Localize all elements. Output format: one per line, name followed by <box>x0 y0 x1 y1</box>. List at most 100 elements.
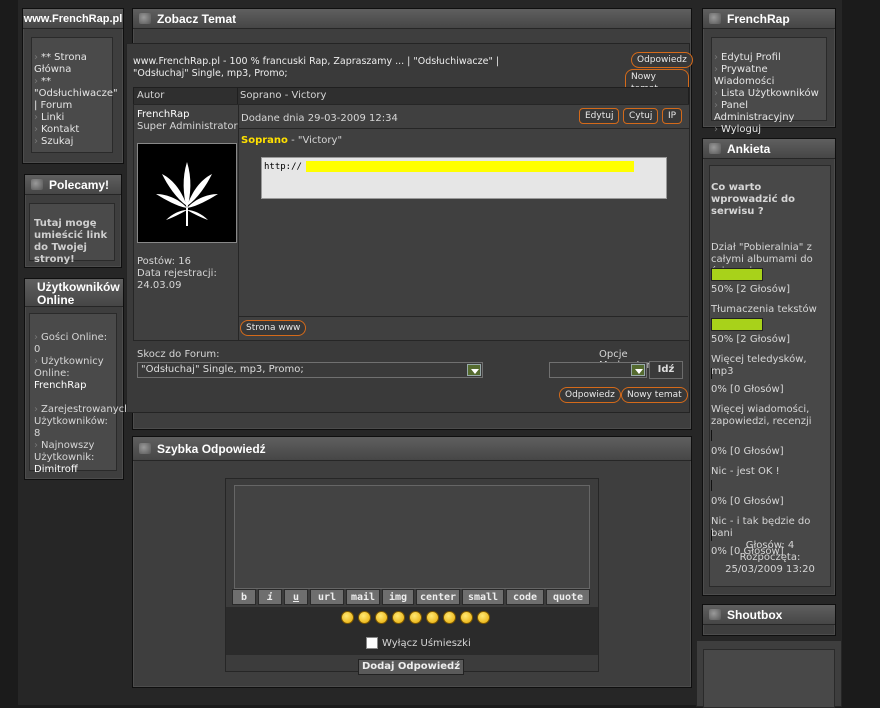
menu-private-messages[interactable]: › Prywatne Wiadomości <box>714 64 824 88</box>
menu-edit-profile[interactable]: › Edytuj Profil <box>714 52 824 64</box>
site-title: www.FrenchRap.pl <box>23 9 123 29</box>
poll-result-bar <box>711 430 712 441</box>
mail-button[interactable]: mail <box>346 589 380 605</box>
reply-button-top[interactable]: Odpowiedz <box>631 52 693 68</box>
col-subject: Soprano - Victory <box>240 90 327 101</box>
post-table-header: Autor Soprano - Victory <box>133 87 689 105</box>
post-date: Dodane dnia 29-03-2009 12:34 <box>241 113 398 124</box>
reply-button-bottom[interactable]: Odpowiedz <box>559 387 621 403</box>
topic-content: www.FrenchRap.pl - 100 % francuski Rap, … <box>126 43 693 413</box>
jump-label: Skocz do Forum: <box>137 349 220 360</box>
poll-result-bar <box>711 368 712 379</box>
author-name[interactable]: FrenchRap <box>137 109 189 120</box>
center-button[interactable]: center <box>416 589 460 605</box>
code-button[interactable]: code <box>506 589 544 605</box>
panel-icon <box>709 13 721 24</box>
underline-button[interactable]: u <box>284 589 308 605</box>
shoutbox-body <box>696 640 842 708</box>
poll-option-label: Więcej teledysków, mp3 <box>711 354 807 377</box>
bold-button[interactable]: b <box>232 589 256 605</box>
post-footer: Strona www <box>238 316 688 339</box>
newest-label: › Najnowszy Użytkownik: <box>34 440 95 463</box>
disable-smileys-checkbox[interactable] <box>366 637 378 649</box>
cool-icon[interactable] <box>442 611 456 624</box>
quote-button[interactable]: quote <box>546 589 590 605</box>
menu-user-list[interactable]: › Lista Użytkowników <box>714 88 824 100</box>
poll-option-label: Nic - i tak będzie do bani <box>711 516 811 539</box>
panel-icon <box>709 609 721 620</box>
img-button[interactable]: img <box>382 589 414 605</box>
laugh-icon[interactable] <box>476 611 490 624</box>
poll-started: Rozpoczęta: 25/03/2009 13:20 <box>725 552 815 575</box>
disable-smileys-label: Wyłącz Uśmieszki <box>382 638 471 649</box>
registered-count: › Zarejestrowanych Użytkowników: 8 <box>34 404 131 439</box>
format-toolbar: b i u url mail img center small code quo… <box>232 589 590 605</box>
menu-item-contact[interactable]: › Kontakt <box>34 124 110 136</box>
edit-button[interactable]: Edytuj <box>579 108 620 124</box>
reply-textarea[interactable] <box>234 485 590 589</box>
menu-item-home[interactable]: › ** Strona Główna <box>34 52 110 76</box>
small-button[interactable]: small <box>462 589 504 605</box>
poll-option-result: 0% [0 Głosów] <box>711 384 784 395</box>
menu-item-forum[interactable]: › ** "Odsłuchiwacze" | Forum <box>34 76 118 112</box>
user-panel-header: FrenchRap <box>703 9 835 29</box>
poll-option-result: 50% [2 Głosów] <box>711 284 790 295</box>
shock-icon[interactable] <box>408 611 422 624</box>
forum-jump-select[interactable]: "Odsłuchaj" Single, mp3, Promo; <box>137 362 483 378</box>
guests-count: › Gości Online: 0 <box>34 332 108 355</box>
submit-reply-button[interactable]: Dodaj Odpowiedź <box>358 659 464 675</box>
quick-reply-box: b i u url mail img center small code quo… <box>225 478 599 675</box>
poll-option-label: Tłumaczenia tekstów <box>711 304 817 315</box>
wink-icon[interactable] <box>357 611 371 624</box>
panel-icon <box>709 143 721 154</box>
post-cell: Dodane dnia 29-03-2009 12:34 Edytuj Cytu… <box>238 104 690 341</box>
sad-icon[interactable] <box>374 611 388 624</box>
newest-user-name[interactable]: Dimitroff <box>34 464 112 476</box>
ip-button[interactable]: IP <box>662 108 683 124</box>
poll-question: Co warto wprowadzić do serwisu ? <box>711 182 796 217</box>
italic-button[interactable]: i <box>258 589 282 605</box>
disable-smileys-row: Wyłącz Uśmieszki <box>366 637 471 649</box>
menu-logout[interactable]: › Wyloguj <box>714 124 824 136</box>
smiley-row <box>330 611 500 624</box>
cannabis-leaf-icon <box>156 162 218 226</box>
code-block: http:// <box>261 157 667 199</box>
url-button[interactable]: url <box>310 589 344 605</box>
recommend-panel: Polecamy! Tutaj mogę umieścić link do Tw… <box>24 174 122 268</box>
panel-icon <box>31 179 43 190</box>
smileys-area: Wyłącz Uśmieszki <box>226 607 598 655</box>
chevron-down-icon <box>467 364 481 376</box>
website-button[interactable]: Strona www <box>240 320 307 336</box>
poll-body: Co warto wprowadzić do serwisu ? Dział "… <box>709 165 831 587</box>
menu-admin-panel[interactable]: › Panel Administracyjny <box>714 100 824 124</box>
smile-icon[interactable] <box>340 611 354 624</box>
user-menu: › Edytuj Profil › Prywatne Wiadomości › Lis… <box>711 37 827 135</box>
panel-icon <box>139 13 151 24</box>
code-highlight <box>306 161 634 172</box>
author-cell: FrenchRap Super Administrator Postów: 16… <box>133 104 239 341</box>
site-menu: › ** Strona Główna › ** "Odsłuchiwacze" | … <box>31 37 118 153</box>
menu-item-links[interactable]: › Linki <box>34 112 110 124</box>
user-panel: FrenchRap › Edytuj Profil › Prywatne Wiado… <box>702 8 836 135</box>
new-topic-button-bottom[interactable]: Nowy temat <box>621 387 688 403</box>
quick-reply-panel: Szybka Odpowiedź b i u url mail img cent… <box>132 436 692 688</box>
poll-option-result: 0% [0 Głosów] <box>711 446 784 457</box>
topic-header: Zobacz Temat <box>133 9 691 29</box>
users-online-label: › Użytkownicy Online: <box>34 356 104 379</box>
poll-header: Ankieta <box>703 139 835 159</box>
poll-option-label: Nic - jest OK ! <box>711 466 780 477</box>
author-posts: Postów: 16 <box>137 256 191 267</box>
users-online-panel: Użytkowników Online › Gości Online: 0 › Uż… <box>24 278 131 480</box>
breadcrumb[interactable]: www.FrenchRap.pl - 100 % francuski Rap, … <box>133 56 553 80</box>
site-nav-panel: www.FrenchRap.pl › ** Strona Główna › ** "… <box>22 8 124 164</box>
go-button[interactable]: Idź <box>649 361 683 379</box>
poll-result-bar <box>711 480 712 491</box>
tongue-icon[interactable] <box>425 611 439 624</box>
quote-button[interactable]: Cytuj <box>623 108 659 124</box>
menu-item-search[interactable]: › Szukaj <box>34 136 110 148</box>
surprised-icon[interactable] <box>391 611 405 624</box>
chevron-down-icon <box>631 364 645 376</box>
mod-options-select[interactable] <box>549 362 647 378</box>
grin-icon[interactable] <box>459 611 473 624</box>
users-online-name[interactable]: FrenchRap <box>34 380 112 392</box>
